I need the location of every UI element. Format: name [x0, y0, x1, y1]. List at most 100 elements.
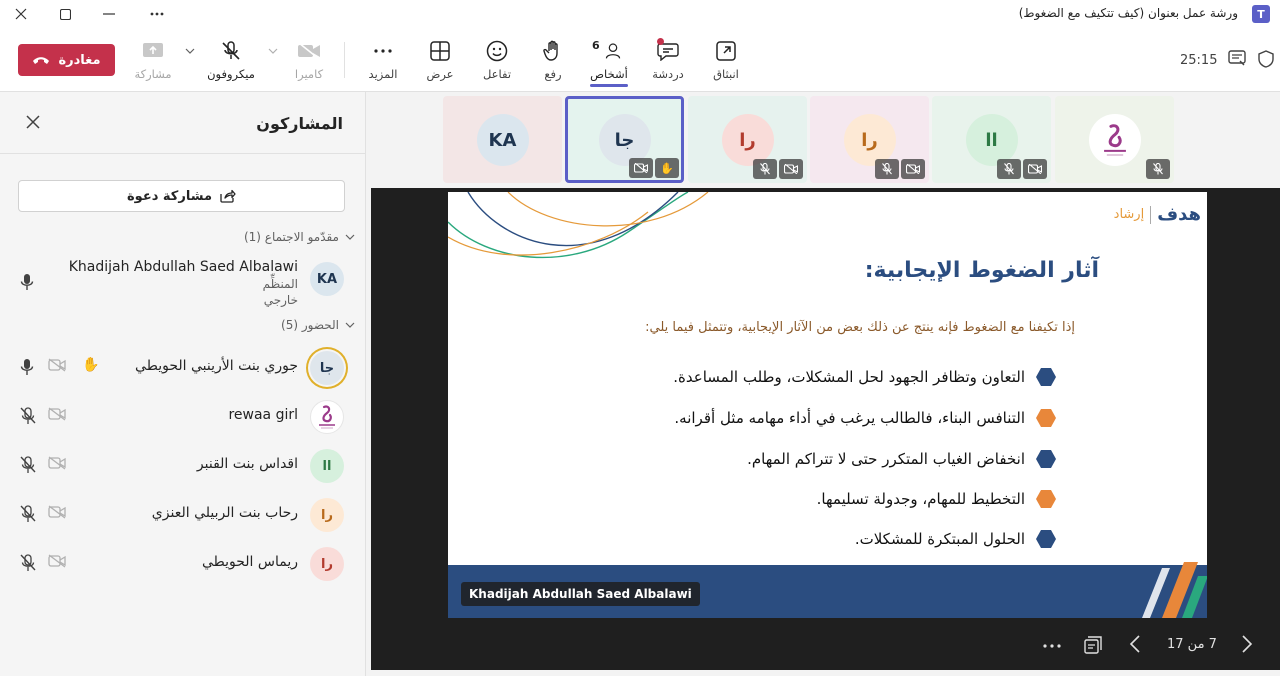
participant-row-presenter[interactable]: KA Khadijah Abdullah Saed Albalawi المنظ…: [0, 256, 366, 316]
presenters-section-header[interactable]: مقدّمو الاجتماع (1): [244, 230, 355, 244]
raised-hand-icon: ✋: [655, 158, 679, 178]
share-invite-label: مشاركة دعوة: [127, 188, 212, 204]
participant-row[interactable]: اا اقداس بنت القنبر: [0, 443, 366, 487]
slide-thumbnails-icon[interactable]: [1084, 634, 1104, 654]
camera-off-icon: [48, 456, 66, 470]
react-button[interactable]: تفاعل: [480, 38, 514, 84]
microphone-off-icon: [997, 159, 1021, 179]
more-dots-icon[interactable]: [1043, 644, 1061, 648]
minimize-window-icon[interactable]: [94, 3, 124, 25]
video-tile-active-speaker[interactable]: جا ✋: [565, 96, 684, 183]
people-icon: 6: [592, 38, 622, 64]
presenters-header-label: مقدّمو الاجتماع (1): [243, 230, 339, 244]
avatar: اا: [310, 449, 344, 483]
decorative-curves: [448, 192, 709, 259]
bullet-text: التخطيط للمهام، وجدولة تسليمها.: [816, 490, 1025, 508]
decorative-stripes: [1142, 562, 1207, 618]
people-label: أشخاص: [590, 67, 628, 81]
more-options-icon[interactable]: [142, 3, 172, 25]
mic-options-chevron-icon[interactable]: [185, 48, 195, 54]
slide-intro: إذا تكيفنا مع الضغوط فإنه ينتج عن ذلك بع…: [645, 320, 1075, 335]
raise-label: رفع: [544, 67, 562, 81]
shield-icon[interactable]: [1258, 50, 1274, 68]
close-panel-icon[interactable]: [25, 114, 41, 130]
slide-page-indicator: 7 من 17: [1167, 637, 1217, 652]
phone-hangup-icon: [33, 57, 50, 64]
popout-button[interactable]: انبثاق: [708, 38, 744, 84]
microphone-label: ميكروفون: [207, 67, 255, 81]
video-tile[interactable]: اا: [932, 96, 1051, 183]
camera-options-chevron-icon[interactable]: [268, 48, 278, 54]
participant-name: رحاب بنت الربيلي العنزي: [151, 505, 298, 521]
hexagon-bullet-icon: [1036, 409, 1056, 427]
slide-bullet: التنافس البناء، فالطالب يرغب في أداء مها…: [674, 406, 1057, 430]
microphone-off-icon: [875, 159, 899, 179]
attendees-header-label: الحضور (5): [281, 318, 339, 332]
participant-name: Khadijah Abdullah Saed Albalawi: [68, 259, 298, 275]
camera-off-icon: [296, 38, 322, 64]
microphone-button[interactable]: ميكروفون: [205, 38, 257, 84]
chat-icon: [655, 38, 681, 64]
raised-hand-icon: ✋: [82, 357, 100, 373]
meeting-toolbar: مغادرة مشاركة ميكروفون كاميرا المزيد عرض…: [0, 28, 1280, 92]
participant-name: اقداس بنت القنبر: [196, 456, 298, 472]
microphone-on-icon: [20, 358, 34, 376]
presentation-slide: هدف إرشاد آثار الضغوط الإيجابية: إذا تكي…: [448, 192, 1207, 618]
slide-title: آثار الضغوط الإيجابية:: [864, 258, 1099, 283]
camera-button[interactable]: كاميرا: [290, 38, 328, 84]
avatar: KA: [310, 262, 344, 296]
chevron-right-icon[interactable]: [1241, 634, 1253, 654]
bullet-text: الحلول المبتكرة للمشكلات.: [854, 530, 1025, 548]
attendees-section-header[interactable]: الحضور (5): [281, 318, 355, 332]
more-button[interactable]: المزيد: [366, 38, 400, 84]
slide-logo: هدف إرشاد: [1114, 204, 1202, 225]
window-title: ورشة عمل بعنوان (كيف تتكيف مع الضغوط): [1018, 6, 1238, 20]
raise-hand-button[interactable]: رفع: [538, 38, 568, 84]
participant-row[interactable]: rewaa girl: [0, 394, 366, 438]
maximize-window-icon[interactable]: [50, 3, 80, 25]
participant-row[interactable]: را ريماس الحويطي: [0, 541, 366, 585]
notes-icon[interactable]: [1228, 50, 1246, 66]
smiley-icon: [484, 38, 510, 64]
participant-name: جوري بنت الأرينبي الحويطي: [135, 358, 298, 374]
hexagon-bullet-icon: [1036, 450, 1056, 468]
video-tile[interactable]: [1055, 96, 1174, 183]
leave-button[interactable]: مغادرة: [18, 44, 115, 76]
participant-row[interactable]: جا جوري بنت الأرينبي الحويطي ✋: [0, 345, 366, 389]
bullet-text: انخفاض الغياب المتكرر حتى لا تتراكم المه…: [747, 450, 1025, 468]
share-button[interactable]: مشاركة: [134, 38, 172, 84]
view-button[interactable]: عرض: [424, 38, 456, 84]
slide-bullet: التخطيط للمهام، وجدولة تسليمها.: [817, 487, 1057, 511]
camera-label: كاميرا: [294, 67, 324, 81]
close-window-icon[interactable]: [6, 3, 36, 25]
camera-off-icon: [48, 358, 66, 372]
chat-button[interactable]: دردشة: [650, 38, 686, 84]
leave-label: مغادرة: [58, 52, 101, 68]
chevron-down-icon: [345, 322, 355, 328]
camera-off-icon: [1023, 159, 1047, 179]
title-bar: ورشة عمل بعنوان (كيف تتكيف مع الضغوط) T: [0, 0, 1280, 28]
microphone-off-icon: [20, 407, 36, 425]
people-button[interactable]: 6 أشخاص: [588, 38, 630, 87]
participant-name: ريماس الحويطي: [201, 554, 298, 570]
hexagon-bullet-icon: [1036, 368, 1056, 386]
participant-name: rewaa girl: [228, 407, 298, 423]
bullet-text: التعاون وتظافر الجهود لحل المشكلات، وطلب…: [673, 368, 1025, 386]
microphone-on-icon: [20, 273, 34, 291]
bullet-text: التنافس البناء، فالطالب يرغب في أداء مها…: [674, 409, 1025, 427]
video-tile[interactable]: را: [810, 96, 929, 183]
participants-title: المشاركون: [256, 114, 343, 133]
participants-panel: المشاركون مشاركة دعوة مقدّمو الاجتماع (1…: [0, 92, 366, 676]
video-tile[interactable]: را: [688, 96, 807, 183]
slide-bullet: التعاون وتظافر الجهود لحل المشكلات، وطلب…: [673, 365, 1057, 389]
participant-row[interactable]: را رحاب بنت الربيلي العنزي: [0, 492, 366, 536]
meeting-timer: 25:15: [1180, 53, 1218, 68]
chevron-left-icon[interactable]: [1129, 634, 1141, 654]
microphone-off-icon: [753, 159, 777, 179]
presenter-name-tag: Khadijah Abdullah Saed Albalawi: [461, 582, 700, 606]
microphone-off-icon: [20, 505, 36, 523]
avatar: را: [310, 547, 344, 581]
share-invite-button[interactable]: مشاركة دعوة: [18, 180, 345, 212]
video-tile[interactable]: KA: [443, 96, 562, 183]
microphone-off-icon: [218, 38, 244, 64]
